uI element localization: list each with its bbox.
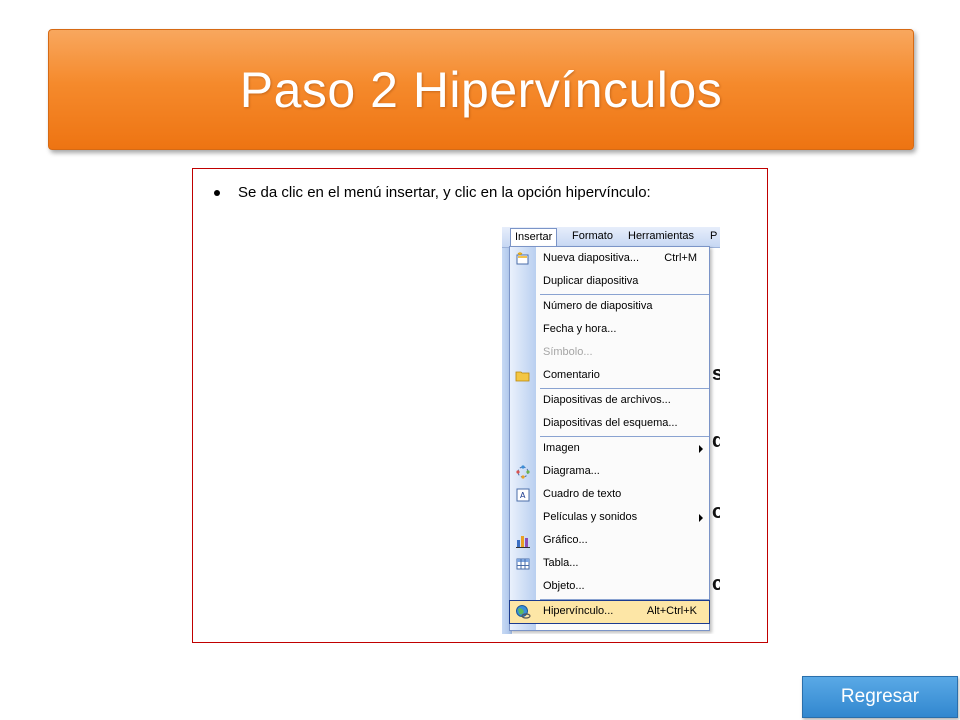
menu-item-imagen[interactable]: Imagen <box>510 438 709 460</box>
menu-item-grafico[interactable]: Gráfico... <box>510 530 709 552</box>
menubar-item-formato[interactable]: Formato <box>568 228 617 245</box>
menu-item-comentario[interactable]: Comentario <box>510 365 709 387</box>
background-text-glimpse: c <box>712 573 720 595</box>
menu-item-objeto[interactable]: Objeto... <box>510 576 709 598</box>
menu-item-nueva-diapositiva[interactable]: Nueva diapositiva... Ctrl+M <box>510 248 709 270</box>
table-icon <box>515 556 531 572</box>
hyperlink-globe-icon <box>515 604 531 620</box>
menu-item-diapositivas-esquema[interactable]: Diapositivas del esquema... <box>510 413 709 435</box>
menu-item-hipervinculo[interactable]: Hipervínculo... Alt+Ctrl+K <box>509 600 710 624</box>
menu-separator <box>540 599 709 600</box>
content-frame: Se da clic en el menú insertar, y clic e… <box>192 168 768 643</box>
diagram-icon <box>515 464 531 480</box>
bullet-text: Se da clic en el menú insertar, y clic e… <box>238 184 651 201</box>
menu-separator <box>540 294 709 295</box>
new-slide-icon <box>515 251 531 267</box>
bullet-dot <box>214 189 220 196</box>
regresar-button[interactable]: Regresar <box>802 676 958 718</box>
background-text-glimpse: o <box>712 501 720 523</box>
menu-item-numero-diapositiva[interactable]: Número de diapositiva <box>510 296 709 318</box>
chart-icon <box>515 533 531 549</box>
menubar-item-herramientas[interactable]: Herramientas <box>624 228 698 245</box>
menu-item-cuadro-texto[interactable]: A Cuadro de texto <box>510 484 709 506</box>
svg-text:A: A <box>520 491 526 500</box>
textbox-icon: A <box>515 487 531 503</box>
comment-folder-icon <box>515 368 531 384</box>
menu-separator <box>540 436 709 437</box>
menubar-item-p[interactable]: P <box>706 228 720 245</box>
menu-item-fecha-hora[interactable]: Fecha y hora... <box>510 319 709 341</box>
menu-item-diapositivas-archivos[interactable]: Diapositivas de archivos... <box>510 390 709 412</box>
menu-item-simbolo: Símbolo... <box>543 346 593 358</box>
submenu-arrow-icon <box>699 445 703 453</box>
submenu-arrow-icon <box>699 514 703 522</box>
bullet-item: Se da clic en el menú insertar, y clic e… <box>210 184 762 201</box>
menu-bar: Insertar Formato Herramientas P <box>502 227 720 248</box>
menu-separator <box>540 388 709 389</box>
insert-dropdown-menu: Nueva diapositiva... Ctrl+M Duplicar dia… <box>509 246 710 631</box>
menu-item-peliculas-sonidos[interactable]: Películas y sonidos <box>510 507 709 529</box>
slide-title: Paso 2 Hipervínculos <box>239 61 723 118</box>
menu-item-diagrama[interactable]: Diagrama... <box>510 461 709 483</box>
title-banner: Paso 2 Hipervínculos <box>48 29 914 150</box>
menu-item-tabla[interactable]: Tabla... <box>510 553 709 575</box>
menubar-item-insertar[interactable]: Insertar <box>510 228 558 247</box>
app-screenshot: Insertar Formato Herramientas P s d o c … <box>502 227 720 634</box>
menu-item-duplicar-diapositiva[interactable]: Duplicar diapositiva <box>510 271 709 293</box>
background-text-glimpse: s <box>712 363 720 385</box>
background-text-glimpse: d <box>712 430 720 452</box>
